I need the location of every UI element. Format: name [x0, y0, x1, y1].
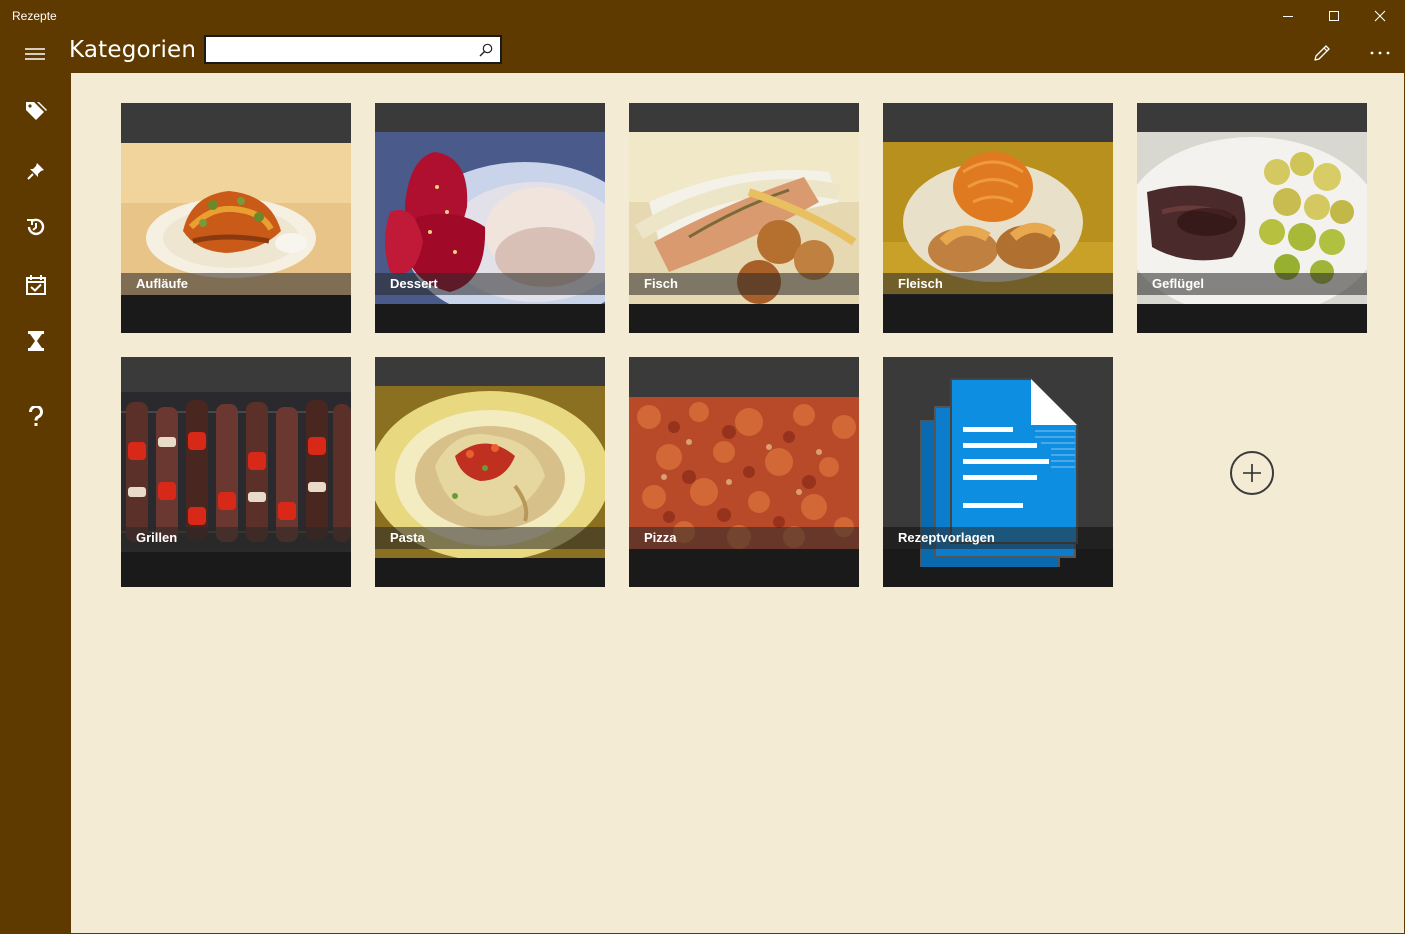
category-tile-rezeptvorlagen[interactable]: Rezeptvorlagen [883, 357, 1113, 587]
category-label: Geflügel [1152, 276, 1205, 291]
category-label: Pasta [390, 530, 425, 545]
calendar-check-icon [25, 275, 46, 295]
plus-icon [1243, 464, 1261, 482]
meat-image [883, 142, 1113, 294]
tags-icon [25, 102, 47, 120]
maximize-icon [1329, 11, 1339, 21]
category-grid: Aufläufe Dessert Fisch Fleisch Geflügel … [71, 73, 1404, 933]
sidebar [0, 73, 71, 934]
app-title: Rezepte [12, 9, 57, 23]
category-label: Fleisch [898, 276, 943, 291]
hamburger-menu-icon [25, 48, 45, 60]
sidebar-item-history[interactable] [0, 203, 71, 251]
category-tile-gefluegel[interactable]: Geflügel [1137, 103, 1367, 333]
pin-icon [26, 163, 44, 180]
sidebar-item-help[interactable] [0, 393, 71, 441]
category-label: Dessert [390, 276, 438, 291]
edit-icon [1314, 45, 1330, 61]
minimize-button[interactable] [1265, 0, 1311, 32]
category-tile-auflaeufe[interactable]: Aufläufe [121, 103, 351, 333]
category-tile-dessert[interactable]: Dessert [375, 103, 605, 333]
close-icon [1374, 10, 1386, 22]
more-options-button[interactable] [1360, 33, 1400, 73]
search-box[interactable] [204, 35, 502, 64]
add-category-button[interactable] [1230, 451, 1274, 495]
hourglass-icon [27, 331, 44, 351]
sidebar-item-tags[interactable] [0, 87, 71, 135]
edit-button[interactable] [1302, 33, 1342, 73]
category-tile-fleisch[interactable]: Fleisch [883, 103, 1113, 333]
sidebar-item-timer[interactable] [0, 317, 71, 365]
category-label: Grillen [136, 530, 178, 545]
category-tile-grillen[interactable]: Grillen [121, 357, 351, 587]
hamburger-menu-button[interactable] [14, 34, 56, 74]
command-bar: Kategorien [0, 32, 1405, 73]
category-label: Pizza [644, 530, 677, 545]
title-bar: Rezepte [0, 0, 1405, 32]
sidebar-item-pinned[interactable] [0, 147, 71, 195]
page-title: Kategorien [69, 37, 197, 63]
search-icon[interactable] [478, 42, 494, 58]
maximize-button[interactable] [1311, 0, 1357, 32]
minimize-icon [1283, 16, 1293, 17]
search-input[interactable] [210, 40, 470, 59]
close-button[interactable] [1357, 0, 1403, 32]
category-label: Rezeptvorlagen [898, 530, 995, 545]
help-icon [28, 406, 43, 426]
category-tile-pasta[interactable]: Pasta [375, 357, 605, 587]
more-icon [1370, 51, 1390, 55]
category-tile-fisch[interactable]: Fisch [629, 103, 859, 333]
history-icon [26, 218, 44, 236]
sidebar-item-planner[interactable] [0, 261, 71, 309]
category-label: Aufläufe [136, 276, 188, 291]
category-label: Fisch [644, 276, 678, 291]
category-tile-pizza[interactable]: Pizza [629, 357, 859, 587]
